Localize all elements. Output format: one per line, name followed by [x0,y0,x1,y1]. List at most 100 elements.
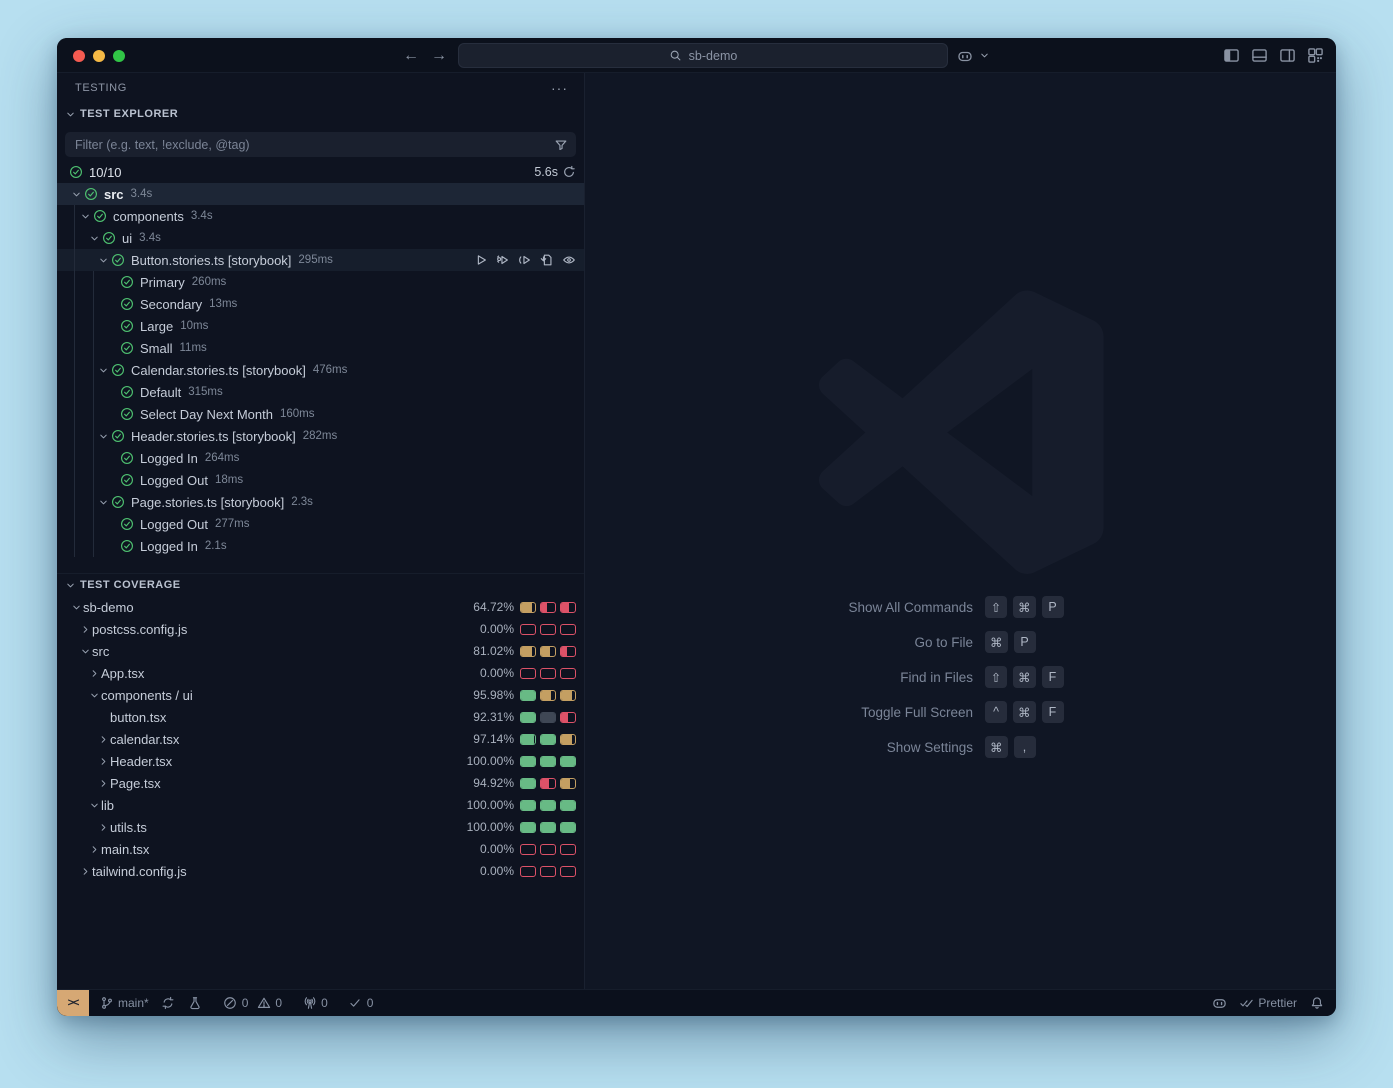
run-test-icon[interactable] [473,253,488,268]
debug-test-icon[interactable] [495,253,510,268]
test-tree-row[interactable]: src3.4s [57,183,584,205]
beaker-item[interactable] [182,990,209,1016]
chevron-down-icon[interactable] [69,189,83,200]
chevron-down-icon[interactable] [977,49,991,63]
test-tree-row[interactable]: Default315ms [57,381,584,403]
tree-item-label: ui [122,231,132,246]
minimize-window-button[interactable] [93,50,105,62]
coverage-row[interactable]: src81.02% [57,640,584,662]
coverage-row[interactable]: lib100.00% [57,794,584,816]
ports-item[interactable]: 0 [296,990,334,1016]
coverage-percent: 94.92% [473,776,514,790]
shortcut-label: Find in Files [585,670,985,685]
test-tree-row[interactable]: Header.stories.ts [storybook]282ms [57,425,584,447]
check-icon [348,996,363,1011]
test-duration: 10ms [180,320,208,332]
rerun-tests-icon[interactable] [562,165,576,179]
coverage-bar [540,822,556,833]
test-tree-row[interactable]: Page.stories.ts [storybook]2.3s [57,491,584,513]
customize-layout-button[interactable] [1306,47,1324,65]
coverage-row[interactable]: tailwind.config.js0.00% [57,860,584,882]
coverage-row[interactable]: Header.tsx100.00% [57,750,584,772]
chevron-right-icon[interactable] [78,624,92,635]
tree-item-label: postcss.config.js [92,622,187,637]
test-coverage-section-header[interactable]: TEST COVERAGE [57,573,584,596]
chevron-right-icon[interactable] [96,822,110,833]
test-tree-row[interactable]: Logged Out18ms [57,469,584,491]
formatter-item[interactable]: Prettier [1233,990,1303,1016]
checks-item[interactable]: 0 [342,990,380,1016]
coverage-bar [520,734,536,745]
test-tree-row[interactable]: Logged In264ms [57,447,584,469]
chevron-right-icon[interactable] [87,668,101,679]
filter-icon[interactable] [554,138,568,152]
test-tree-row[interactable]: components3.4s [57,205,584,227]
coverage-bar [540,668,556,679]
coverage-row[interactable]: main.tsx0.00% [57,838,584,860]
coverage-row[interactable]: button.tsx92.31% [57,706,584,728]
notifications-bell[interactable] [1303,990,1330,1016]
coverage-row[interactable]: utils.ts100.00% [57,816,584,838]
problems-item[interactable]: 0 0 [217,990,288,1016]
coverage-row[interactable]: Page.tsx94.92% [57,772,584,794]
run-with-coverage-icon[interactable] [517,253,532,268]
test-tree-row[interactable]: Large10ms [57,315,584,337]
chevron-down-icon[interactable] [87,690,101,701]
chevron-down-icon[interactable] [69,602,83,613]
coverage-row[interactable]: sb-demo64.72% [57,596,584,618]
close-window-button[interactable] [73,50,85,62]
chevron-down-icon[interactable] [96,255,110,266]
toggle-secondary-sidebar-button[interactable] [1278,47,1296,65]
test-tree-row[interactable]: Primary260ms [57,271,584,293]
test-tree-row[interactable]: Small11ms [57,337,584,359]
go-to-test-icon[interactable] [539,253,554,268]
coverage-row[interactable]: App.tsx0.00% [57,662,584,684]
coverage-row[interactable]: calendar.tsx97.14% [57,728,584,750]
test-tree-row[interactable]: Secondary13ms [57,293,584,315]
test-explorer-section-header[interactable]: TEST EXPLORER [57,103,584,125]
coverage-row[interactable]: components / ui95.98% [57,684,584,706]
toggle-primary-sidebar-button[interactable] [1222,47,1240,65]
test-tree-row[interactable]: Button.stories.ts [storybook]295ms [57,249,584,271]
coverage-bars [520,866,576,877]
sync-icon [161,996,176,1011]
test-filter-input[interactable]: Filter (e.g. text, !exclude, @tag) [65,132,576,157]
chevron-down-icon[interactable] [78,646,92,657]
chevron-right-icon[interactable] [96,756,110,767]
copilot-status-item[interactable] [1206,990,1233,1016]
test-tree-row[interactable]: Logged Out277ms [57,513,584,535]
zoom-window-button[interactable] [113,50,125,62]
copilot-icon[interactable] [957,48,973,64]
coverage-bars [520,624,576,635]
command-center-search[interactable]: sb-demo [458,43,948,68]
tree-item-label: Primary [140,275,185,290]
chevron-down-icon[interactable] [96,497,110,508]
forward-button[interactable]: → [431,47,447,65]
chevron-down-icon[interactable] [96,365,110,376]
chevron-right-icon[interactable] [96,778,110,789]
coverage-bar [560,712,576,723]
chevron-right-icon[interactable] [96,734,110,745]
coverage-row[interactable]: postcss.config.js0.00% [57,618,584,640]
coverage-percent: 92.31% [473,710,514,724]
chevron-down-icon[interactable] [96,431,110,442]
chevron-right-icon[interactable] [78,866,92,877]
test-tree-row[interactable]: Logged In2.1s [57,535,584,557]
sync-changes-button[interactable] [155,990,182,1016]
git-branch-item[interactable]: main* [93,990,155,1016]
toggle-panel-button[interactable] [1250,47,1268,65]
coverage-percent: 97.14% [473,732,514,746]
chevron-down-icon[interactable] [87,800,101,811]
test-tree-row[interactable]: Calendar.stories.ts [storybook]476ms [57,359,584,381]
toggle-watch-icon[interactable] [561,253,576,268]
test-tree-row[interactable]: Select Day Next Month160ms [57,403,584,425]
chevron-right-icon[interactable] [87,844,101,855]
coverage-bar [560,690,576,701]
back-button[interactable]: ← [403,47,419,65]
test-tree-row[interactable]: ui3.4s [57,227,584,249]
more-actions-button[interactable]: ··· [551,80,568,96]
remote-indicator[interactable]: >< [57,990,89,1016]
chevron-down-icon[interactable] [78,211,92,222]
indent-guide [93,271,94,557]
chevron-down-icon[interactable] [87,233,101,244]
